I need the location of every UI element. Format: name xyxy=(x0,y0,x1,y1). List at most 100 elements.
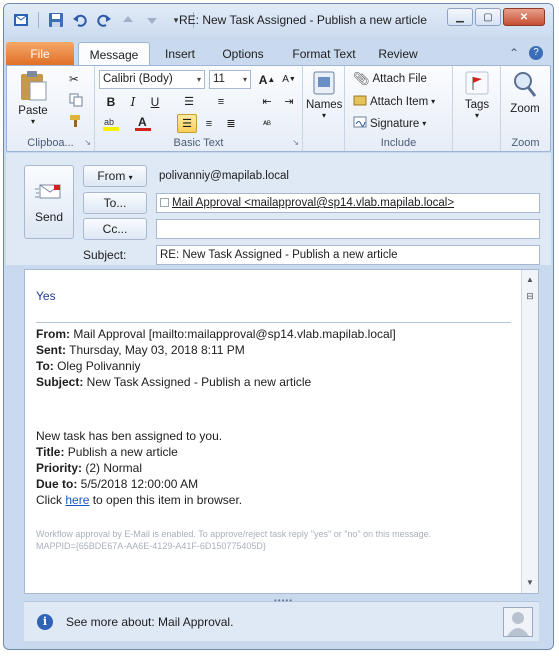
undo-icon[interactable] xyxy=(71,11,89,29)
cc-field[interactable] xyxy=(156,219,540,239)
attach-file-button[interactable]: 📎︎ Attach File xyxy=(353,71,427,87)
ribbon-tabs: File Message Insert Options Format Text … xyxy=(4,42,553,66)
underline-icon[interactable]: U xyxy=(145,92,165,111)
task-priority: Priority: (2) Normal xyxy=(36,461,143,475)
task-intro: New task has ben assigned to you. xyxy=(36,429,223,443)
tags-group: Tags ▾ xyxy=(453,66,501,151)
ribbon: Paste ▾ ✂ Clipboa... ↘ Calibri (Body) ▾ 1… xyxy=(6,65,551,152)
title-bar: ▾ RE: New Task Assigned - Publish a new … xyxy=(4,4,553,36)
copy-icon[interactable] xyxy=(69,93,83,107)
task-open-link-line: Click here to open this item in browser. xyxy=(36,493,243,507)
send-button[interactable]: Send xyxy=(24,165,74,239)
save-icon[interactable] xyxy=(47,11,65,29)
task-title: Title: Publish a new article xyxy=(36,445,178,459)
highlight-icon[interactable]: ab xyxy=(101,114,121,133)
vertical-scrollbar[interactable]: ▲ ⊟ ▼ xyxy=(521,270,538,593)
zoom-button[interactable]: Zoom xyxy=(507,70,543,115)
align-center-icon[interactable]: ≡ xyxy=(199,114,219,133)
tab-format-text[interactable]: Format Text xyxy=(282,42,366,66)
increase-indent-icon[interactable]: ⇥ xyxy=(279,92,299,111)
align-left-icon[interactable]: ☰ xyxy=(177,114,197,133)
font-family-select[interactable]: Calibri (Body) ▾ xyxy=(99,70,205,89)
cut-icon[interactable]: ✂ xyxy=(69,72,79,86)
paperclip-icon: 📎︎ xyxy=(353,71,370,86)
help-question-icon[interactable]: ? xyxy=(529,46,543,60)
names-button[interactable]: Names ▾ xyxy=(306,70,342,120)
info-icon: i xyxy=(37,614,53,630)
signature-button[interactable]: Signature ▾ xyxy=(353,115,426,132)
clipboard-dialog-launcher-icon[interactable]: ↘ xyxy=(84,138,91,147)
recipient-checkbox-icon xyxy=(160,198,169,207)
svg-text:A: A xyxy=(138,115,147,129)
clear-format-icon[interactable]: ᴬᴮ xyxy=(257,114,277,133)
quoted-from: From: Mail Approval [mailto:mailapproval… xyxy=(36,327,396,341)
people-pane-text[interactable]: See more about: Mail Approval. xyxy=(66,615,233,629)
bold-icon[interactable]: B xyxy=(101,92,121,111)
pane-resize-grip-icon[interactable]: ••••• xyxy=(274,596,293,605)
to-recipient: Mail Approval <mailapproval@sp14.vlab.ma… xyxy=(172,197,455,209)
flag-icon xyxy=(465,71,489,95)
people-pane: ••••• i See more about: Mail Approval. xyxy=(24,596,539,641)
signature-icon xyxy=(353,115,367,132)
subject-field[interactable]: RE: New Task Assigned - Publish a new ar… xyxy=(156,245,540,265)
zoom-group: Zoom Zoom xyxy=(501,66,550,151)
shrink-font-icon[interactable]: A ▼ xyxy=(279,70,299,89)
include-group: 📎︎ Attach File Attach Item ▾ Signature ▾ I… xyxy=(345,66,453,151)
svg-text:ab: ab xyxy=(104,117,114,127)
basic-text-group: Calibri (Body) ▾ 11 ▾ A ▲ A ▼ B I U ☰ ≡ ⇤ ⇥ … xyxy=(95,66,303,151)
from-value: polivanniy@mapilab.local xyxy=(159,170,289,182)
paste-button[interactable]: Paste ▾ xyxy=(13,70,53,126)
maximize-button[interactable]: ▢ xyxy=(475,8,501,26)
scroll-up-icon[interactable]: ▲ xyxy=(522,272,538,288)
minimize-button[interactable]: ▁ xyxy=(447,8,473,26)
quoted-to: To: Oleg Polivanniy xyxy=(36,359,141,373)
bullets-icon[interactable]: ☰ xyxy=(179,92,199,111)
quoted-subject: Subject: New Task Assigned - Publish a n… xyxy=(36,375,312,389)
font-size-select[interactable]: 11 ▾ xyxy=(209,70,251,89)
to-field[interactable]: Mail Approval <mailapproval@sp14.vlab.ma… xyxy=(156,193,540,213)
window-title: RE: New Task Assigned - Publish a new ar… xyxy=(179,13,427,27)
font-color-icon[interactable]: A xyxy=(133,114,153,133)
tab-file[interactable]: File xyxy=(6,42,74,66)
reply-text: Yes xyxy=(36,289,56,303)
tags-button[interactable]: Tags ▾ xyxy=(459,70,495,120)
numbering-icon[interactable]: ≡ xyxy=(211,92,231,111)
decrease-indent-icon[interactable]: ⇤ xyxy=(257,92,277,111)
tab-options[interactable]: Options xyxy=(214,42,272,66)
scroll-down-icon[interactable]: ▼ xyxy=(522,575,538,591)
outlook-app-icon[interactable] xyxy=(12,11,30,29)
message-header: Send From ▾ polivanniy@mapilab.local To.… xyxy=(6,153,551,265)
cc-button[interactable]: Cc... xyxy=(83,218,147,240)
attach-item-icon xyxy=(353,93,367,110)
redo-icon[interactable] xyxy=(95,11,113,29)
names-group: Names ▾ xyxy=(303,66,345,151)
tab-message[interactable]: Message xyxy=(78,42,150,66)
window-controls: ▁ ▢ ✕ xyxy=(447,8,545,26)
attach-item-button[interactable]: Attach Item ▾ xyxy=(353,93,435,110)
help-icon[interactable]: ⌃ xyxy=(509,46,519,60)
workflow-footer: Workflow approval by E-Mail is enabled. … xyxy=(36,529,432,539)
tab-review[interactable]: Review xyxy=(370,42,426,66)
quick-access-toolbar: ▾ xyxy=(12,11,196,29)
down-arrow-icon[interactable] xyxy=(143,11,161,29)
grow-font-icon[interactable]: A ▲ xyxy=(257,70,277,89)
to-button[interactable]: To... xyxy=(83,192,147,214)
tab-insert[interactable]: Insert xyxy=(154,42,206,66)
basic-text-dialog-launcher-icon[interactable]: ↘ xyxy=(292,138,299,147)
message-body[interactable]: ▲ ⊟ ▼ Yes From: Mail Approval [mailto:ma… xyxy=(24,269,539,594)
format-painter-icon[interactable] xyxy=(69,114,83,128)
align-right-icon[interactable]: ≣ xyxy=(221,114,241,133)
italic-icon[interactable]: I xyxy=(123,92,143,111)
quoted-sent: Sent: Thursday, May 03, 2018 8:11 PM xyxy=(36,343,245,357)
up-arrow-icon[interactable] xyxy=(119,11,137,29)
from-button[interactable]: From ▾ xyxy=(83,165,147,187)
mapp-id: MAPPID={65BDE67A-AA6E-4129-A41F-6D150775… xyxy=(36,541,266,551)
ruler-icon[interactable]: ⊟ xyxy=(522,288,538,304)
open-item-link[interactable]: here xyxy=(65,493,89,507)
paste-icon xyxy=(21,71,47,101)
close-button[interactable]: ✕ xyxy=(503,8,545,26)
clipboard-group: Paste ▾ ✂ Clipboa... ↘ xyxy=(7,66,95,151)
avatar[interactable] xyxy=(503,607,533,637)
send-envelope-icon xyxy=(35,184,61,199)
outlook-compose-window: ▾ RE: New Task Assigned - Publish a new … xyxy=(3,3,554,650)
